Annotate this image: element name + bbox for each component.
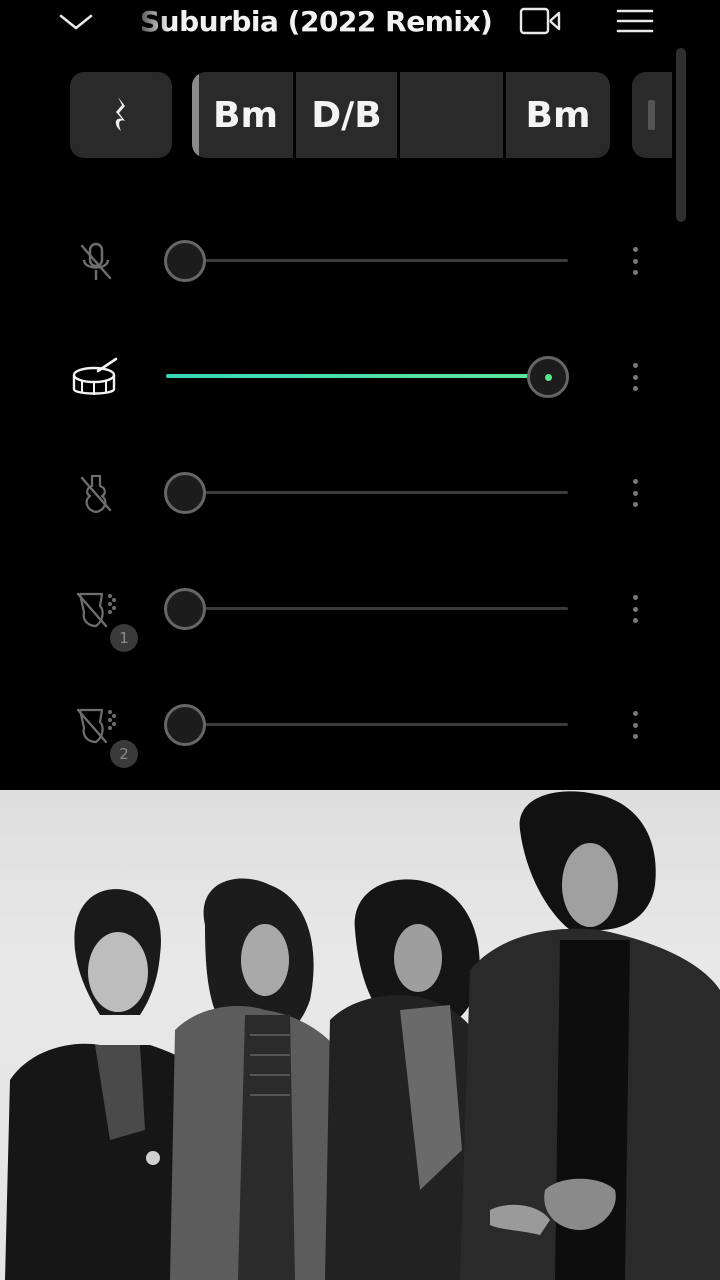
- scrollbar-thumb[interactable]: [676, 48, 686, 222]
- song-title: Suburbia (2022 Remix): [140, 5, 493, 38]
- electric-guitar-muted-icon: [76, 708, 116, 744]
- volume-slider-track[interactable]: [186, 491, 568, 494]
- video-camera-icon: [519, 7, 561, 35]
- track-row-bass: [0, 452, 720, 532]
- track-number-badge: 2: [110, 740, 138, 768]
- bass-guitar-muted-icon: [80, 474, 112, 514]
- volume-slider-handle[interactable]: [164, 588, 206, 630]
- microphone-muted-icon: [80, 242, 112, 280]
- track-options-button[interactable]: [622, 476, 648, 510]
- track-row-guitar-2: 2: [0, 684, 720, 768]
- volume-slider-track[interactable]: [186, 723, 568, 726]
- chord-strip[interactable]: Bm D/B Bm: [192, 72, 610, 158]
- collapse-button[interactable]: [56, 6, 96, 38]
- electric-guitar-muted-icon: [76, 592, 116, 628]
- track-icon-button[interactable]: [72, 470, 120, 518]
- track-row-guitar-1: 1: [0, 568, 720, 652]
- drum-icon: [72, 357, 118, 395]
- quarter-rest-icon: [115, 97, 125, 131]
- video-toggle-button[interactable]: [516, 4, 566, 38]
- active-indicator-dot: [544, 373, 552, 381]
- track-options-button[interactable]: [622, 244, 648, 278]
- hamburger-menu-icon: [616, 9, 654, 33]
- rest-button[interactable]: [70, 72, 172, 158]
- track-row-drums: [0, 336, 720, 416]
- playhead-cursor: [192, 72, 199, 158]
- volume-slider-handle[interactable]: [527, 356, 569, 398]
- track-options-button[interactable]: [622, 592, 648, 626]
- top-bar: Suburbia (2022 Remix): [0, 0, 720, 48]
- band-photo-video-icon: [5, 791, 720, 1280]
- track-options-button[interactable]: [622, 360, 648, 394]
- chord-cell[interactable]: [400, 72, 506, 158]
- volume-slider-handle[interactable]: [164, 240, 206, 282]
- track-number-badge: 1: [110, 624, 138, 652]
- chord-cell[interactable]: Bm: [192, 72, 296, 158]
- track-icon-button[interactable]: [72, 586, 120, 634]
- volume-slider-track[interactable]: [186, 259, 568, 262]
- track-row-vocals: [0, 220, 720, 300]
- track-options-button[interactable]: [622, 708, 648, 742]
- volume-slider-handle[interactable]: [164, 704, 206, 746]
- track-icon-button[interactable]: [72, 354, 120, 402]
- track-icon-button[interactable]: [72, 238, 120, 286]
- music-video-player[interactable]: [0, 790, 720, 1280]
- volume-slider-fill: [166, 374, 552, 378]
- menu-button[interactable]: [612, 4, 658, 38]
- chord-cell[interactable]: Bm: [506, 72, 610, 158]
- next-chord-marker: [648, 100, 655, 130]
- next-chord-block[interactable]: [632, 72, 672, 158]
- chord-cell[interactable]: D/B: [296, 72, 400, 158]
- chevron-down-icon: [59, 14, 93, 30]
- volume-slider-track[interactable]: [186, 607, 568, 610]
- track-icon-button[interactable]: [72, 702, 120, 750]
- volume-slider-handle[interactable]: [164, 472, 206, 514]
